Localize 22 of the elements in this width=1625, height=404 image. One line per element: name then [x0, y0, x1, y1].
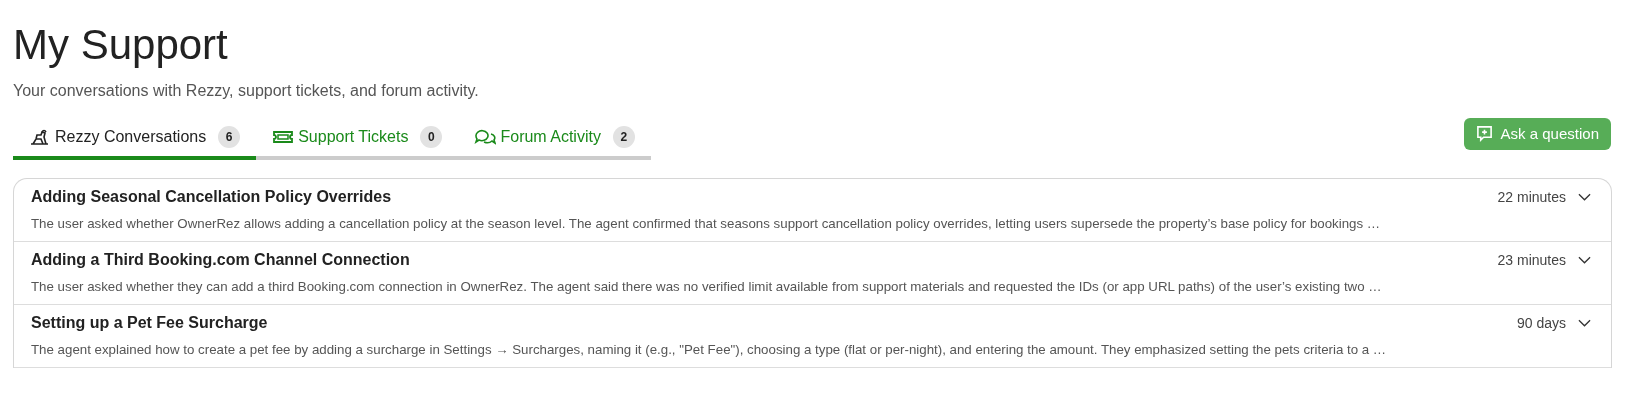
chevron-down-icon[interactable]	[1578, 256, 1591, 265]
count-badge: 6	[218, 126, 241, 149]
conversation-title: Setting up a Pet Fee Surcharge	[31, 314, 269, 333]
conversation-time: 90 days	[1516, 315, 1566, 332]
tab[interactable]: Rezzy Conversations 6	[13, 120, 257, 161]
tab[interactable]: Forum Activity 2	[458, 120, 651, 161]
conversation-summary: The agent explained how to create a pet fee by adding a surcharge in Settings → Surcharges, naming it (e.g., "Pet Fee"), choosing a type (flat or per-night), and entering the amount. They emphasized setting the pets criteria to a …	[31, 342, 1388, 358]
page-title: My Support	[13, 22, 229, 69]
chevron-down-icon[interactable]	[1578, 319, 1591, 328]
add-comment-icon	[1475, 125, 1493, 143]
conversation-summary: The user asked whether OwnerRez allows adding a cancellation policy at the season level. The agent confirmed that seasons support cancellation policy overrides, letting users supersede the property’s base policy for bookings …	[31, 216, 1382, 232]
chat-bubbles-icon	[474, 128, 497, 147]
count-badge: 2	[612, 126, 635, 149]
conversation-summary: The user asked whether they can add a third Booking.com connection in OwnerRez. The agent said there was no verified limit available from support materials and requested the IDs (or app URL paths) of the user’s existing two …	[31, 279, 1383, 295]
conversation-title: Adding a Third Booking.com Channel Connection	[31, 251, 411, 270]
tab[interactable]: Support Tickets 0	[256, 120, 459, 161]
page-subtitle: Your conversations with Rezzy, support tickets, and forum activity.	[13, 82, 480, 101]
count-badge: 0	[420, 126, 443, 149]
conversation-time: 22 minutes	[1497, 189, 1566, 206]
chevron-down-icon[interactable]	[1578, 193, 1591, 202]
conversation-title: Adding Seasonal Cancellation Policy Overrides	[31, 188, 393, 207]
conversation-time: 23 minutes	[1497, 252, 1566, 269]
